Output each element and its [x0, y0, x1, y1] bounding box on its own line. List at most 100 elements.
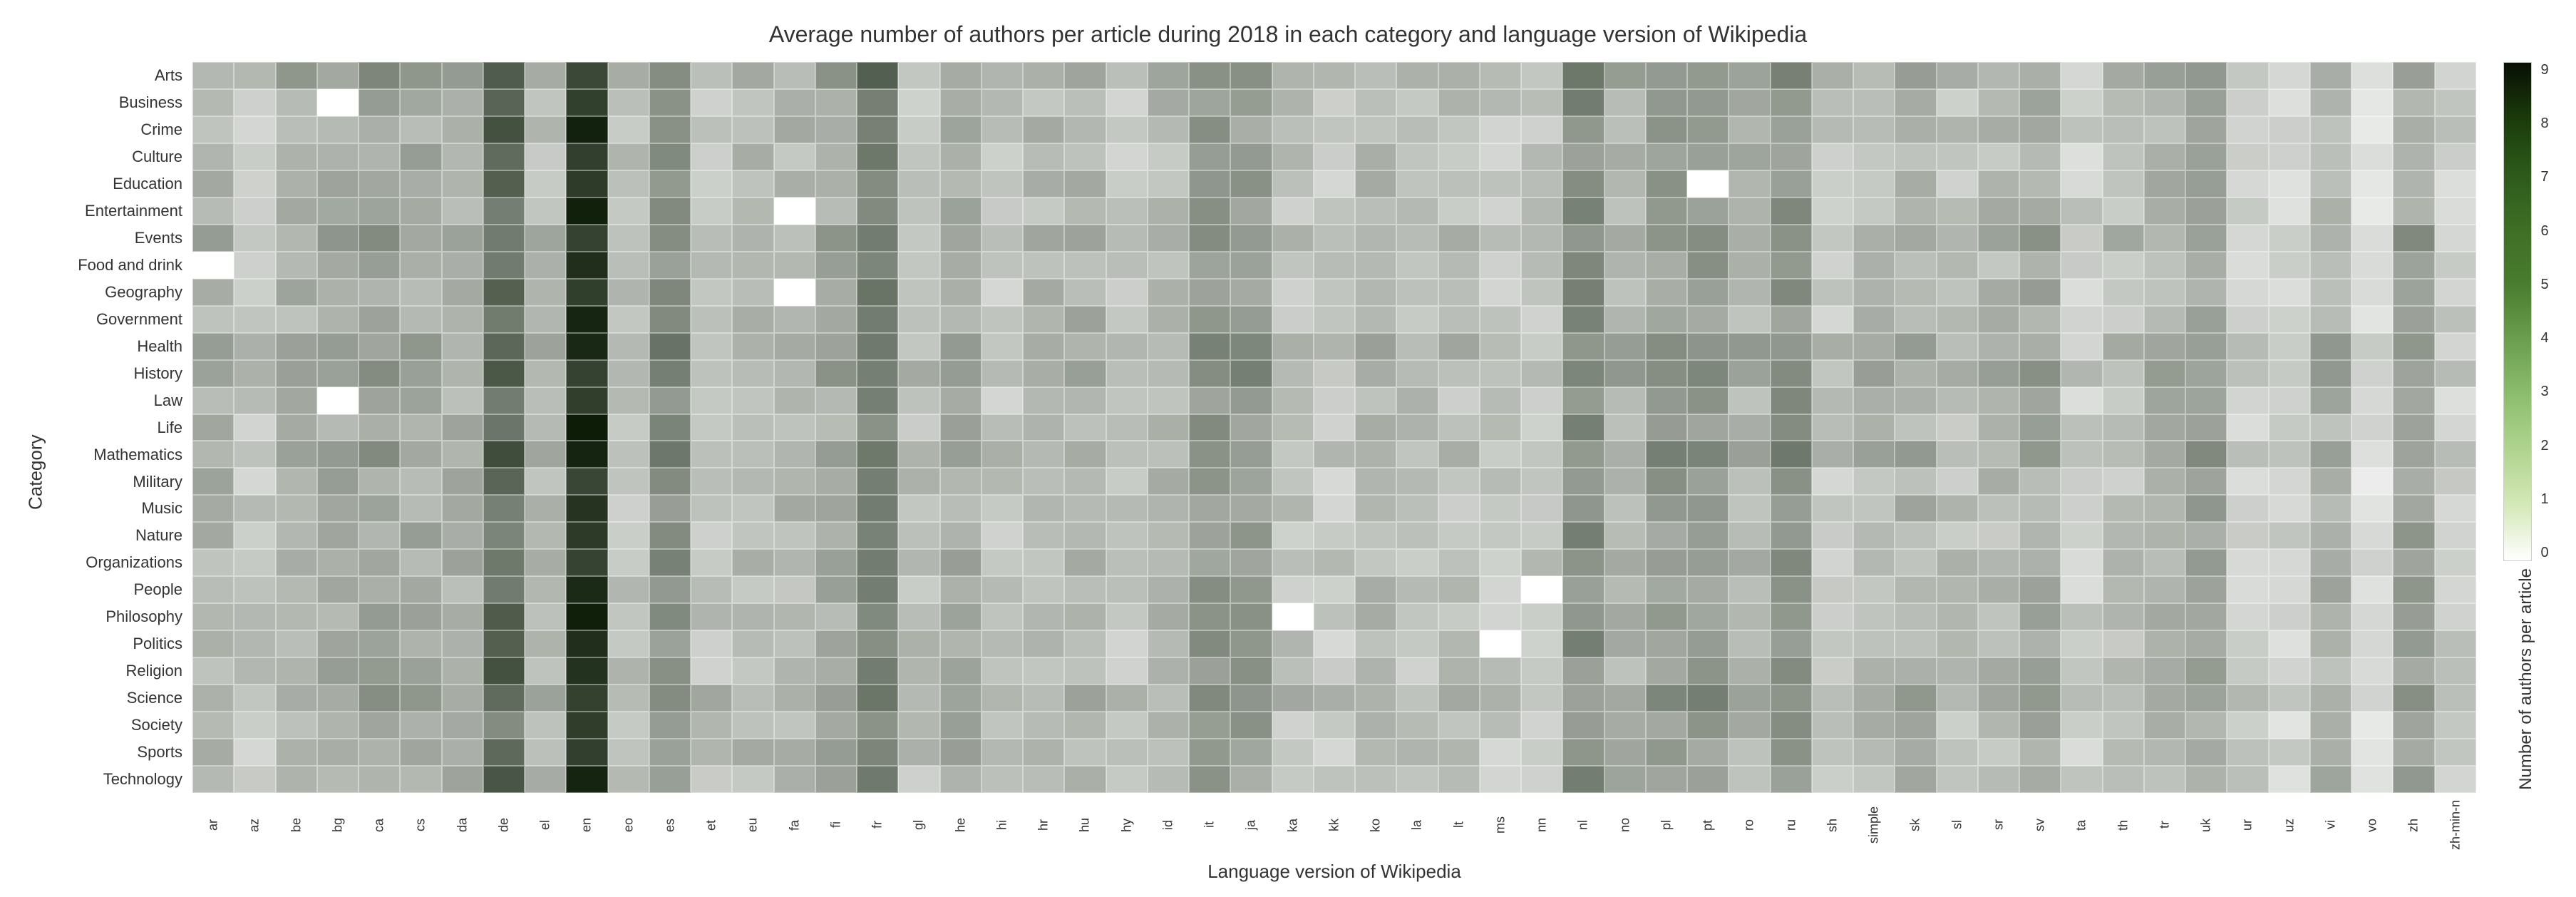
heatmap-cell — [774, 441, 815, 468]
heatmap-cell — [566, 739, 607, 766]
heatmap-cell — [1812, 739, 1853, 766]
heatmap-cell — [2185, 89, 2227, 116]
heatmap-cell — [982, 441, 1023, 468]
heatmap-cell — [1480, 387, 1521, 414]
heatmap-cell — [2227, 739, 2268, 766]
row-labels: ArtsBusinessCrimeCultureEducationEnterta… — [50, 62, 192, 793]
heatmap-cell — [857, 603, 898, 630]
heatmap-cell — [2269, 712, 2310, 739]
heatmap-cell — [2269, 143, 2310, 170]
heatmap-cell — [1687, 225, 1729, 252]
heatmap-cell — [1853, 89, 1895, 116]
heatmap-cell — [608, 198, 649, 225]
heatmap-cell — [982, 333, 1023, 360]
heatmap-cell — [1853, 657, 1895, 685]
heatmap-cell — [815, 630, 857, 657]
heatmap-cell — [982, 549, 1023, 576]
col-label: hy — [1106, 793, 1148, 857]
heatmap-cell — [815, 766, 857, 793]
heatmap-cell — [1230, 252, 1272, 279]
heatmap-cell — [1023, 576, 1064, 603]
heatmap-cell — [276, 739, 317, 766]
heatmap-cell — [1272, 198, 1314, 225]
heatmap-cell — [1064, 62, 1106, 89]
heatmap-cell — [1853, 468, 1895, 495]
heatmap-cell — [1230, 387, 1272, 414]
heatmap-cell — [2310, 630, 2351, 657]
heatmap-cell — [649, 62, 691, 89]
heatmap-cell — [691, 549, 732, 576]
heatmap-cell — [400, 225, 441, 252]
heatmap-cell — [691, 333, 732, 360]
heatmap-cell — [2393, 576, 2434, 603]
heatmap-cell — [608, 712, 649, 739]
heatmap-cell — [359, 414, 400, 441]
heatmap-cell — [1729, 441, 1770, 468]
heatmap-cell — [2144, 225, 2185, 252]
col-label: ur — [2227, 793, 2268, 857]
heatmap-cell — [2144, 89, 2185, 116]
heatmap-cell — [525, 549, 566, 576]
heatmap-cell — [2061, 766, 2102, 793]
heatmap-cell — [2435, 468, 2476, 495]
heatmap-cell — [2103, 306, 2144, 333]
heatmap-cell — [815, 495, 857, 522]
heatmap-cell — [1480, 279, 1521, 306]
heatmap-cell — [525, 170, 566, 198]
heatmap-cell — [1314, 306, 1355, 333]
heatmap-cell — [1438, 657, 1480, 685]
heatmap-cell — [1604, 685, 1646, 712]
heatmap-cell — [2227, 62, 2268, 89]
heatmap-cell — [1853, 712, 1895, 739]
heatmap-cell — [2310, 333, 2351, 360]
heatmap-cell — [2144, 198, 2185, 225]
heatmap-cell — [2269, 333, 2310, 360]
heatmap-cell — [1937, 198, 1978, 225]
heatmap-cell — [2144, 766, 2185, 793]
heatmap-cell — [483, 657, 525, 685]
legend-label: Number of authors per article — [2516, 568, 2536, 790]
heatmap-cell — [1978, 252, 2019, 279]
heatmap-cell — [898, 89, 939, 116]
heatmap-cell — [1106, 630, 1148, 657]
heatmap-cell — [649, 143, 691, 170]
heatmap-cell — [2269, 225, 2310, 252]
heatmap-cell — [1314, 522, 1355, 549]
row-label: Science — [50, 685, 187, 712]
heatmap-cell — [566, 712, 607, 739]
heatmap-cell — [2435, 198, 2476, 225]
heatmap-cell — [2351, 89, 2393, 116]
heatmap-cell — [1064, 306, 1106, 333]
heatmap-cell — [2435, 252, 2476, 279]
heatmap-cell — [857, 685, 898, 712]
heatmap-cell — [400, 630, 441, 657]
heatmap-cell — [2227, 333, 2268, 360]
heatmap-cell — [940, 468, 982, 495]
heatmap-cell — [649, 252, 691, 279]
heatmap-cell — [1148, 522, 1189, 549]
heatmap-cell — [1771, 766, 1812, 793]
heatmap-cell — [1355, 360, 1396, 387]
heatmap-cell — [1604, 387, 1646, 414]
heatmap-cell — [317, 62, 359, 89]
heatmap-cell — [1438, 522, 1480, 549]
heatmap-cell — [1729, 712, 1770, 739]
heatmap-cell — [2393, 198, 2434, 225]
heatmap-cell — [857, 62, 898, 89]
heatmap-cell — [774, 252, 815, 279]
heatmap-cell — [732, 712, 773, 739]
heatmap-cell — [1023, 685, 1064, 712]
heatmap-cell — [2103, 387, 2144, 414]
heatmap-cell — [1106, 468, 1148, 495]
heatmap-cell — [483, 468, 525, 495]
heatmap-cell — [2351, 603, 2393, 630]
heatmap-cell — [2061, 522, 2102, 549]
heatmap-cell — [940, 198, 982, 225]
heatmap-cell — [1106, 89, 1148, 116]
heatmap-cell — [483, 603, 525, 630]
heatmap-cell — [982, 739, 1023, 766]
heatmap-cell — [442, 387, 483, 414]
heatmap-cell — [608, 657, 649, 685]
chart-title: Average number of authors per article du… — [769, 21, 1807, 48]
heatmap-cell — [317, 225, 359, 252]
